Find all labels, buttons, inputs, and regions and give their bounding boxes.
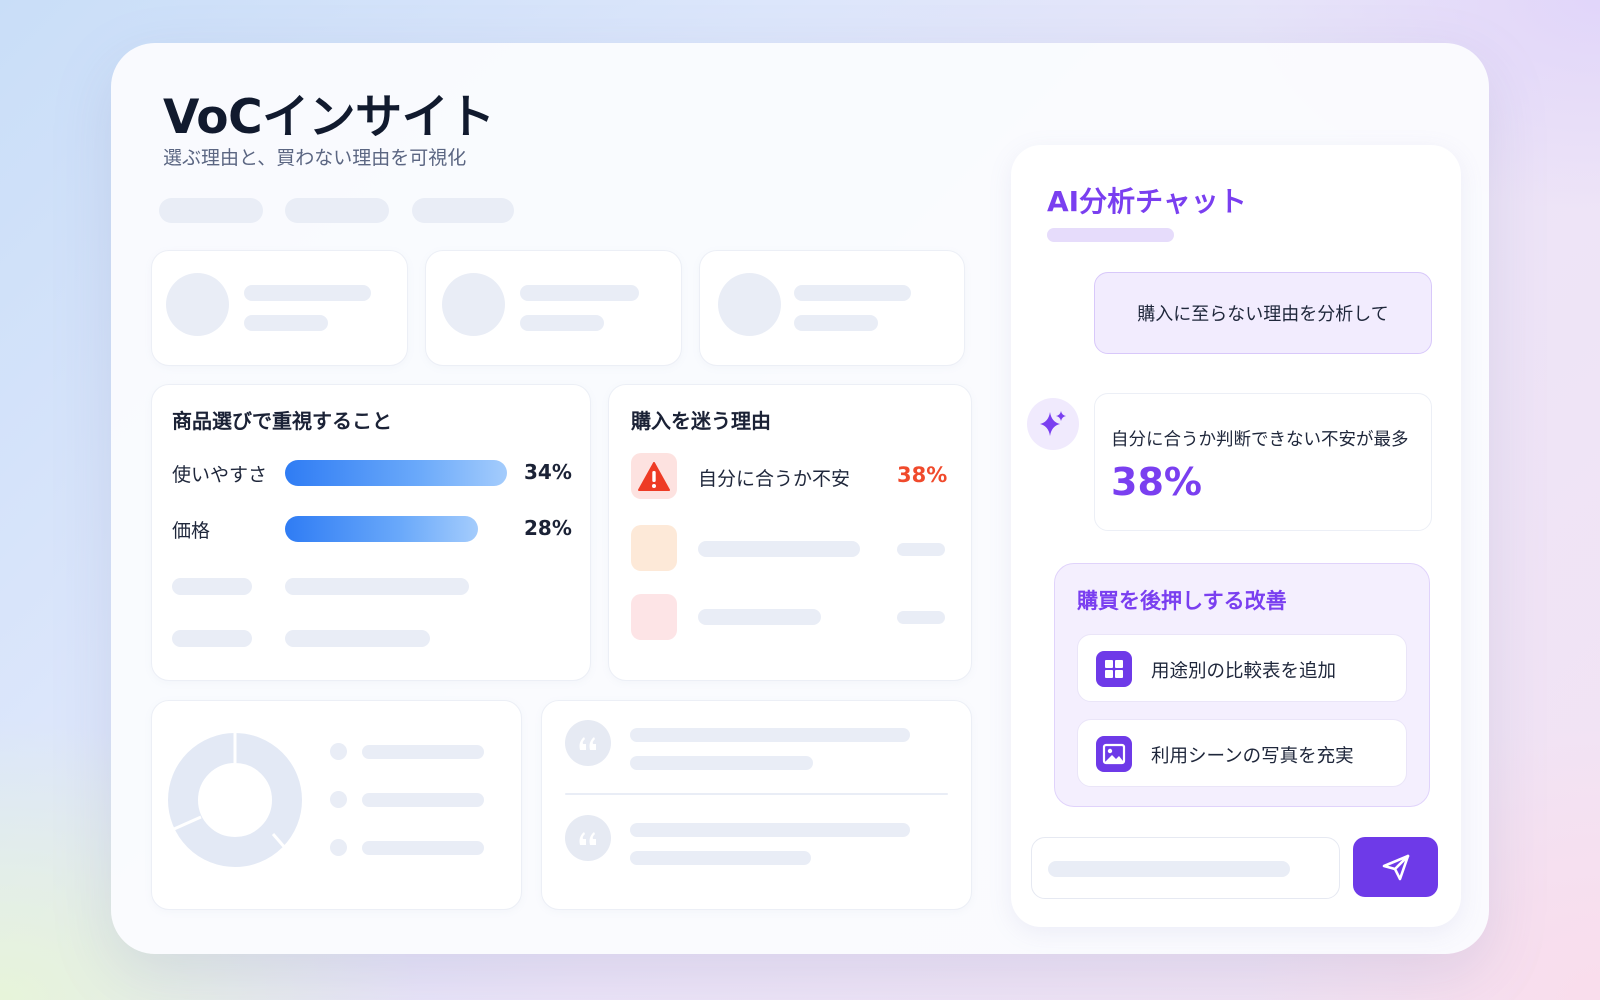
text-placeholder [520, 315, 604, 331]
text-placeholder [520, 285, 639, 301]
priority-label: 使いやすさ [172, 464, 268, 486]
text-placeholder [244, 315, 328, 331]
sparkle-icon [1040, 411, 1066, 436]
quote-icon [565, 815, 611, 861]
warning-icon-box [631, 453, 677, 499]
quotes-panel [541, 700, 972, 910]
send-icon [1382, 854, 1409, 881]
filter-pill-placeholder[interactable] [285, 198, 389, 223]
user-message-text: 購入に至らない理由を分析して [1137, 304, 1389, 325]
text-placeholder [630, 823, 910, 837]
kpi-card-placeholder [699, 250, 965, 366]
avatar-placeholder [166, 273, 229, 336]
text-placeholder [698, 609, 821, 625]
quote-icon [565, 720, 611, 766]
user-message: 購入に至らない理由を分析して [1094, 272, 1432, 354]
text-placeholder [630, 851, 811, 865]
kpi-card-placeholder [425, 250, 682, 366]
ai-message: 自分に合うか判断できない不安が最多 38% [1094, 393, 1432, 531]
text-placeholder [244, 285, 371, 301]
donut-chart-placeholder [168, 733, 302, 867]
ai-message-value: 38% [1111, 460, 1202, 504]
hesitation-title: 購入を迷う理由 [631, 409, 771, 433]
text-placeholder [897, 611, 945, 624]
improvement-item[interactable]: 利用シーンの写真を充実 [1077, 719, 1407, 787]
text-placeholder [897, 543, 945, 556]
improvement-title: 購買を後押しする改善 [1077, 589, 1287, 613]
text-placeholder [362, 793, 484, 807]
text-placeholder [172, 630, 252, 647]
donut-panel [151, 700, 522, 910]
chat-title-underline [1047, 228, 1174, 242]
ai-avatar [1027, 398, 1079, 450]
avatar-placeholder [718, 273, 781, 336]
image-icon [1096, 736, 1132, 772]
priority-percent: 34% [524, 460, 572, 484]
improvement-label: 利用シーンの写真を充実 [1151, 746, 1354, 767]
text-placeholder [630, 728, 910, 742]
chat-title: AI分析チャット [1047, 185, 1247, 218]
priority-bar-fill [285, 460, 507, 486]
priorities-title: 商品選びで重視すること [172, 409, 392, 433]
input-placeholder [1048, 861, 1290, 877]
warning-icon [638, 461, 670, 491]
kpi-card-placeholder [151, 250, 408, 366]
page-subtitle: 選ぶ理由と、買わない理由を可視化 [163, 147, 467, 169]
priority-bar [285, 460, 507, 486]
text-placeholder [172, 578, 252, 595]
improvement-item[interactable]: 用途別の比較表を追加 [1077, 634, 1407, 702]
text-placeholder [794, 285, 911, 301]
chat-input[interactable] [1031, 837, 1340, 899]
text-placeholder [630, 756, 813, 770]
priority-bar [285, 516, 507, 542]
filter-pill-placeholder[interactable] [159, 198, 263, 223]
legend-dot-placeholder [330, 839, 347, 856]
priority-bar-fill [285, 516, 479, 542]
improvement-label: 用途別の比較表を追加 [1151, 661, 1337, 682]
reason-percent: 38% [897, 463, 948, 487]
page-title: VoCインサイト [163, 90, 495, 145]
filter-pill-placeholder[interactable] [412, 198, 514, 223]
text-placeholder [362, 745, 484, 759]
text-placeholder [698, 541, 860, 557]
icon-placeholder [631, 594, 677, 640]
grid-icon [1096, 651, 1132, 687]
priority-percent: 28% [524, 516, 572, 540]
text-placeholder [362, 841, 484, 855]
send-button[interactable] [1353, 837, 1438, 897]
ai-message-text: 自分に合うか判断できない不安が最多 [1111, 430, 1409, 450]
ai-chat-panel [1011, 145, 1461, 927]
legend-dot-placeholder [330, 791, 347, 808]
reason-label: 自分に合うか不安 [698, 468, 851, 490]
divider [565, 793, 948, 795]
icon-placeholder [631, 525, 677, 571]
priority-label: 価格 [172, 520, 211, 542]
legend-dot-placeholder [330, 743, 347, 760]
bar-placeholder [285, 630, 430, 647]
bar-placeholder [285, 578, 469, 595]
avatar-placeholder [442, 273, 505, 336]
text-placeholder [794, 315, 878, 331]
